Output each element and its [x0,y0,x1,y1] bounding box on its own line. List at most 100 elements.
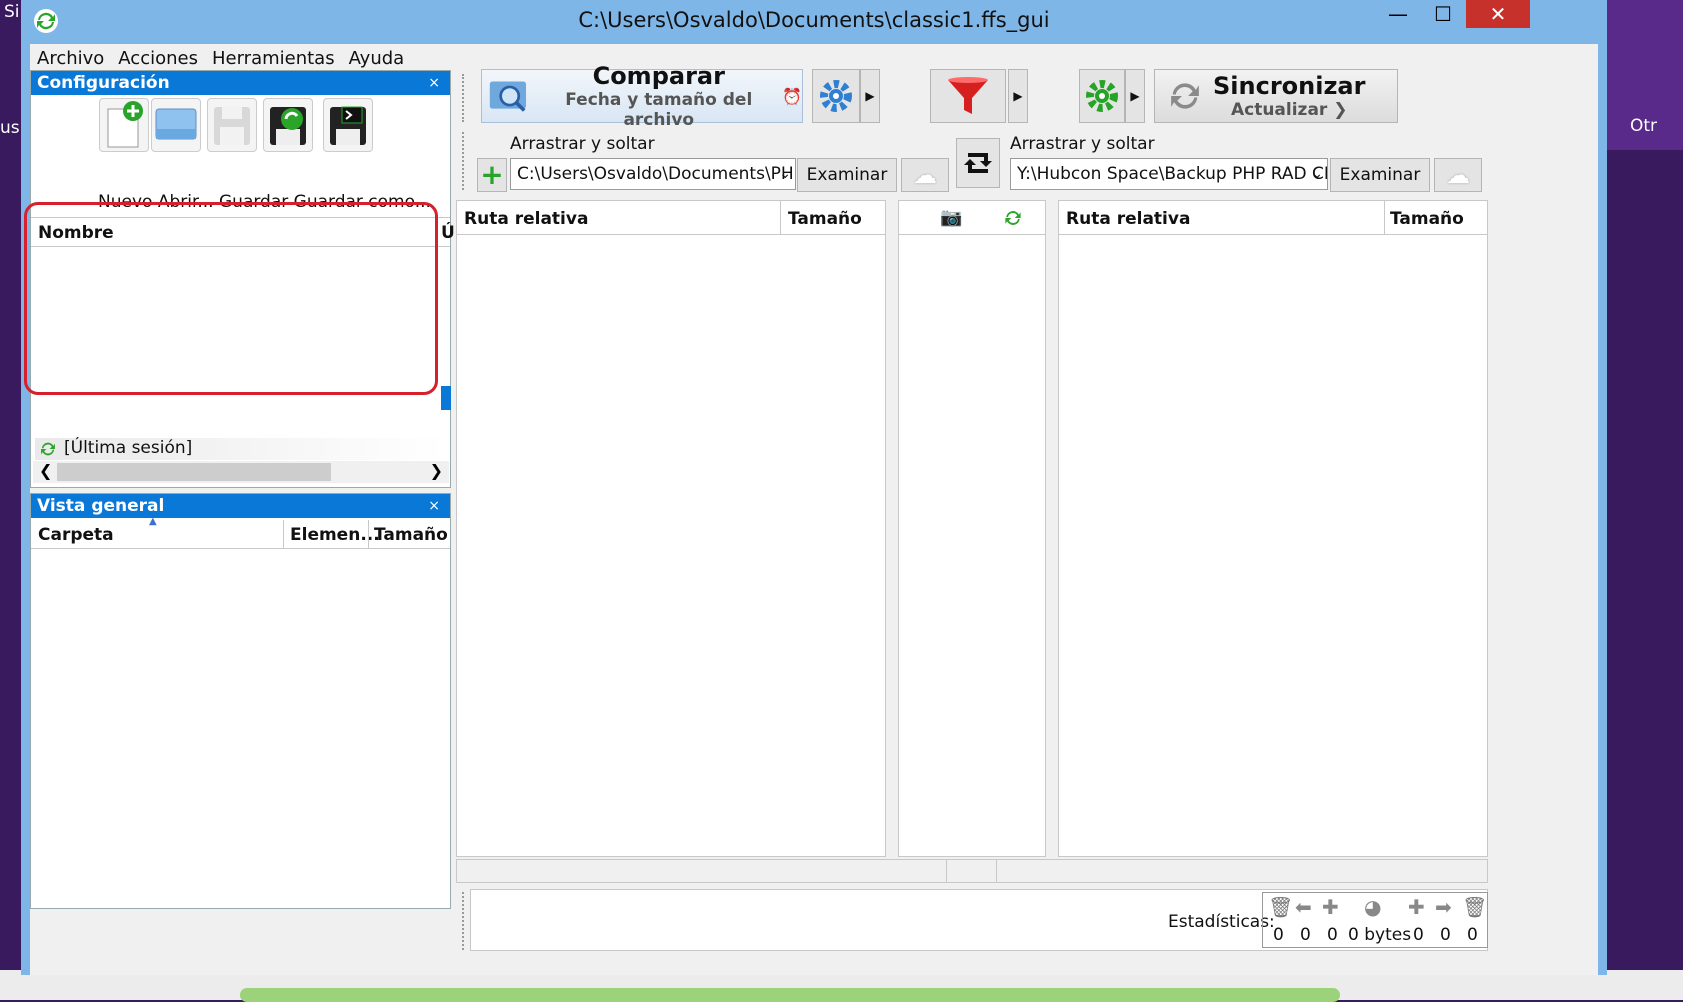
overview-panel-close-button[interactable]: × [428,494,440,518]
alarm-clock-icon: ⏰ [782,86,802,106]
scroll-right-icon[interactable]: ❯ [430,461,443,480]
folder-grip[interactable] [462,132,468,190]
horizontal-scrollbar[interactable]: ❮ ❯ [33,461,449,483]
divider [899,234,1045,235]
sync-settings-button[interactable] [1079,69,1125,123]
background-text: Si [4,2,20,22]
stat-left-create: 0 [1327,925,1338,945]
divider [1384,201,1385,234]
overview-panel-header: Vista general × [31,494,450,518]
window-title: C:\Users\Osvaldo\Documents\classic1.ffs_… [578,8,1050,32]
scrollbar-thumb[interactable] [57,463,331,481]
sync-dropdown-button[interactable]: ▶ [1125,69,1145,123]
close-button[interactable]: ✕ [1466,0,1530,28]
menu-ayuda[interactable]: Ayuda [342,48,412,69]
right-cloud-button[interactable]: ☁ [1434,158,1482,192]
data-icon: ◕ [1364,895,1382,919]
divider [457,234,885,235]
new-config-icon[interactable] [99,98,149,152]
menu-acciones[interactable]: Acciones [111,48,205,69]
gear-blue-icon [820,80,852,112]
highlight-annotation [24,202,438,395]
compare-subtitle: Fecha y tamaño del archivo [565,90,753,130]
background-text: us [0,118,20,138]
divider [1059,234,1487,235]
config-panel-header: Configuración × [31,71,450,95]
overview-panel: Vista general × ▲ Carpeta Elemen... Tama… [30,493,451,909]
menu-herramientas[interactable]: Herramientas [205,48,342,69]
menu-bar: Archivo Acciones Herramientas Ayuda [30,44,1598,72]
config-panel-close-button[interactable]: × [428,71,440,95]
compare-button[interactable]: Comparar Fecha y tamaño del archivo ⏰ [481,62,803,130]
stat-data-size: 0 bytes [1348,925,1412,945]
maximize-button[interactable]: ☐ [1421,0,1465,28]
left-column-tamano[interactable]: Tamaño [788,209,862,229]
divider [283,520,284,548]
right-browse-button[interactable]: Examinar [1330,158,1430,192]
stat-right-create: 0 [1413,925,1424,945]
middle-action-grid[interactable]: 📷 [898,200,1046,857]
right-column-ruta[interactable]: Ruta relativa [1066,209,1190,229]
right-delete-icon: 🗑 [1462,895,1488,919]
synchronize-button[interactable]: Sincronizar Actualizar ❯ [1154,69,1398,123]
right-update-icon: ➡ [1435,895,1452,919]
right-column-tamano[interactable]: Tamaño [1390,209,1464,229]
filter-funnel-icon [948,77,988,114]
title-bar[interactable]: C:\Users\Osvaldo\Documents\classic1.ffs_… [21,0,1607,42]
swap-sides-button[interactable] [956,138,1000,188]
add-folder-pair-button[interactable]: + [477,158,507,192]
column-carpeta[interactable]: Carpeta [38,525,114,545]
left-delete-icon: 🗑 [1268,895,1294,919]
config-panel-title: Configuración [37,73,170,93]
config-list-item[interactable]: [Última sesión] [35,438,445,460]
statistics-box: 🗑 ⬅ ✚ ◕ ✚ ➡ 🗑 0 0 0 0 bytes 0 0 0 [1262,892,1488,948]
camera-icon[interactable]: 📷 [940,207,962,228]
stats-grip[interactable] [462,892,468,950]
chevron-down-icon[interactable]: ⌄ [1311,159,1323,189]
column-ultima[interactable]: Ú [441,223,455,243]
save-batch-icon[interactable] [323,98,373,152]
stat-right-delete: 0 [1467,925,1478,945]
filter-button[interactable] [930,69,1006,123]
sync-icon [41,442,55,456]
triangle-right-icon: ▶ [865,89,875,103]
left-column-ruta[interactable]: Ruta relativa [464,209,588,229]
sync-direction-icon[interactable] [1002,207,1024,229]
right-folder-path[interactable]: Y:\Hubcon Space\Backup PHP RAD CLA ⌄ [1010,158,1328,190]
divider [780,201,781,234]
left-folder-path[interactable]: C:\Users\Osvaldo\Documents\PHP ⌄ [510,158,796,190]
stat-left-delete: 0 [1273,925,1284,945]
left-folder-path-text: C:\Users\Osvaldo\Documents\PHP [517,164,796,184]
menu-archivo[interactable]: Archivo [30,48,111,69]
sync-title: Sincronizar [1213,72,1366,100]
right-file-grid[interactable]: Ruta relativa Tamaño [1058,200,1488,857]
chevron-down-icon[interactable]: ⌄ [779,159,791,189]
open-config-icon[interactable] [151,98,201,152]
save-config-icon[interactable] [207,98,257,152]
scroll-left-icon[interactable]: ❮ [39,461,52,480]
left-file-grid[interactable]: Ruta relativa Tamaño [456,200,886,857]
left-browse-button[interactable]: Examinar [797,158,897,192]
column-elementos[interactable]: Elemen... [290,525,380,545]
sync-subtitle: Actualizar ❯ [1230,100,1348,120]
cloud-icon: ☁ [913,161,937,189]
divider [368,520,369,548]
sort-ascending-icon: ▲ [149,516,157,527]
save-as-config-icon[interactable] [263,98,313,152]
stat-left-update: 0 [1300,925,1311,945]
statistics-area: Estadísticas: 🗑 ⬅ ✚ ◕ ✚ ➡ 🗑 0 0 0 0 byte… [470,889,1488,951]
status-bar [456,859,1488,883]
filter-dropdown-button[interactable]: ▶ [1008,69,1028,123]
left-cloud-button[interactable]: ☁ [901,158,949,192]
column-tamano[interactable]: Tamaño [374,525,448,545]
minimize-button[interactable]: — [1376,0,1420,28]
toolbar-grip[interactable] [462,74,468,122]
statistics-label: Estadísticas: [1168,912,1275,932]
divider [946,860,947,882]
compare-dropdown-button[interactable]: ▶ [860,69,880,123]
compare-title: Comparar [592,62,725,90]
triangle-right-icon: ▶ [1013,89,1023,103]
selection-marker [441,386,451,410]
plus-icon: + [480,158,504,191]
compare-settings-button[interactable] [812,69,860,123]
